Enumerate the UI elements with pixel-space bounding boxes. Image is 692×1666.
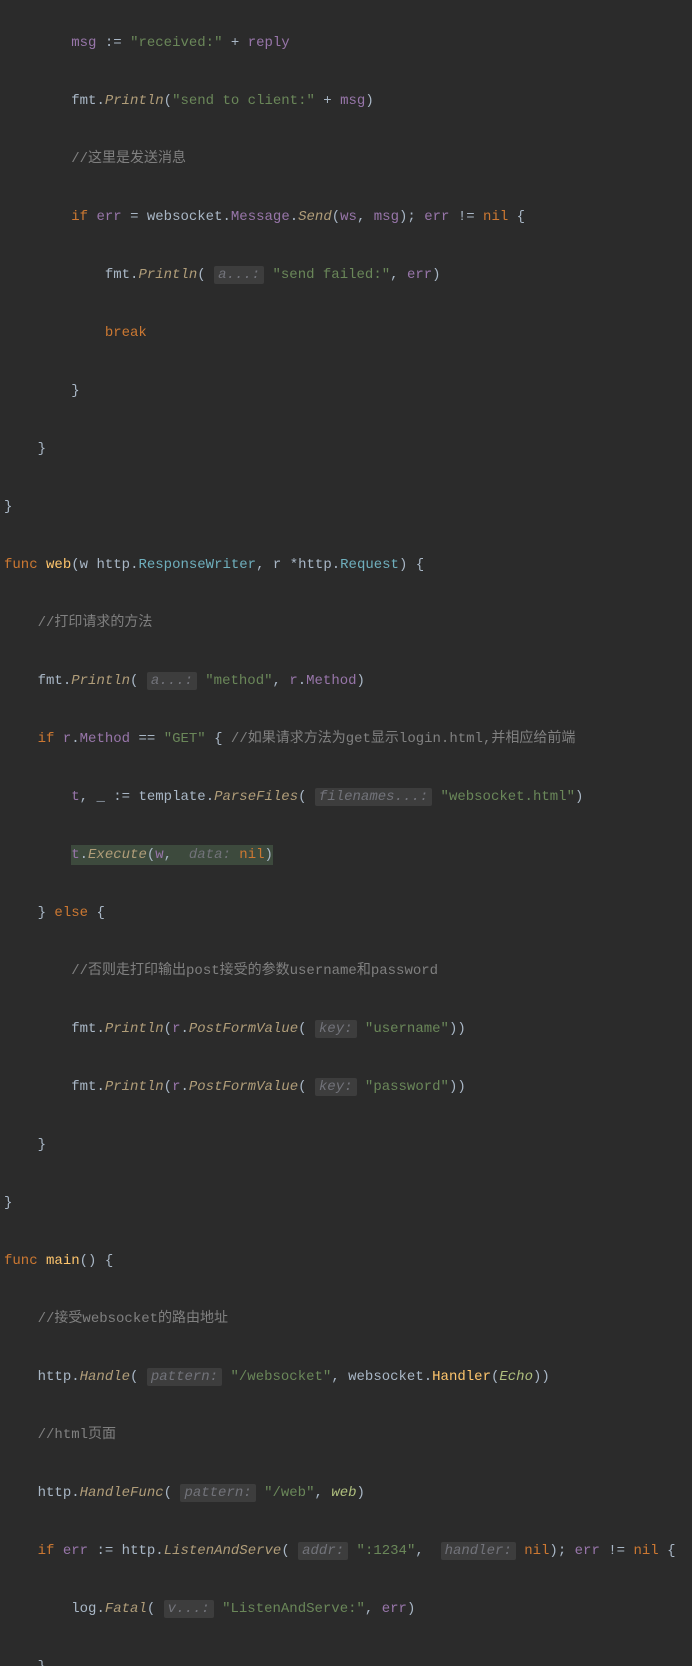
code-line: } else { xyxy=(4,899,688,928)
code-line: } xyxy=(4,1131,688,1160)
code-line: //否则走打印输出post接受的参数username和password xyxy=(4,957,688,986)
param-hint: v...: xyxy=(164,1600,214,1618)
code-line: func web(w http.ResponseWriter, r *http.… xyxy=(4,551,688,580)
code-line: } xyxy=(4,1189,688,1218)
code-line: } xyxy=(4,493,688,522)
highlighted-call: t.Execute(w, data: nil) xyxy=(71,845,273,865)
code-line: http.HandleFunc( pattern: "/web", web) xyxy=(4,1479,688,1508)
code-line: //html页面 xyxy=(4,1421,688,1450)
code-line: if err = websocket.Message.Send(ws, msg)… xyxy=(4,203,688,232)
code-line: } xyxy=(4,435,688,464)
code-line: http.Handle( pattern: "/websocket", webs… xyxy=(4,1363,688,1392)
code-line: msg := "received:" + reply xyxy=(4,29,688,58)
param-hint: a...: xyxy=(214,266,264,284)
code-line: log.Fatal( v...: "ListenAndServe:", err) xyxy=(4,1595,688,1624)
param-hint: handler: xyxy=(441,1542,516,1560)
code-line: fmt.Println("send to client:" + msg) xyxy=(4,87,688,116)
code-line: //打印请求的方法 xyxy=(4,609,688,638)
code-line: fmt.Println(r.PostFormValue( key: "passw… xyxy=(4,1073,688,1102)
code-line: if err := http.ListenAndServe( addr: ":1… xyxy=(4,1537,688,1566)
code-line: t, _ := template.ParseFiles( filenames..… xyxy=(4,783,688,812)
code-line: if r.Method == "GET" { //如果请求方法为get显示log… xyxy=(4,725,688,754)
code-line: } xyxy=(4,1653,688,1666)
code-line: fmt.Println( a...: "send failed:", err) xyxy=(4,261,688,290)
param-hint: filenames...: xyxy=(315,788,432,806)
param-hint: addr: xyxy=(298,1542,348,1560)
param-hint: a...: xyxy=(147,672,197,690)
code-line: t.Execute(w, data: nil) xyxy=(4,841,688,870)
code-line: func main() { xyxy=(4,1247,688,1276)
param-hint: key: xyxy=(315,1078,357,1096)
code-line: break xyxy=(4,319,688,348)
code-editor[interactable]: msg := "received:" + reply fmt.Println("… xyxy=(0,0,692,1666)
param-hint: pattern: xyxy=(180,1484,255,1502)
code-line: } xyxy=(4,377,688,406)
code-line: //接受websocket的路由地址 xyxy=(4,1305,688,1334)
code-line: //这里是发送消息 xyxy=(4,145,688,174)
param-hint: key: xyxy=(315,1020,357,1038)
code-line: fmt.Println(r.PostFormValue( key: "usern… xyxy=(4,1015,688,1044)
code-line: fmt.Println( a...: "method", r.Method) xyxy=(4,667,688,696)
param-hint: pattern: xyxy=(147,1368,222,1386)
